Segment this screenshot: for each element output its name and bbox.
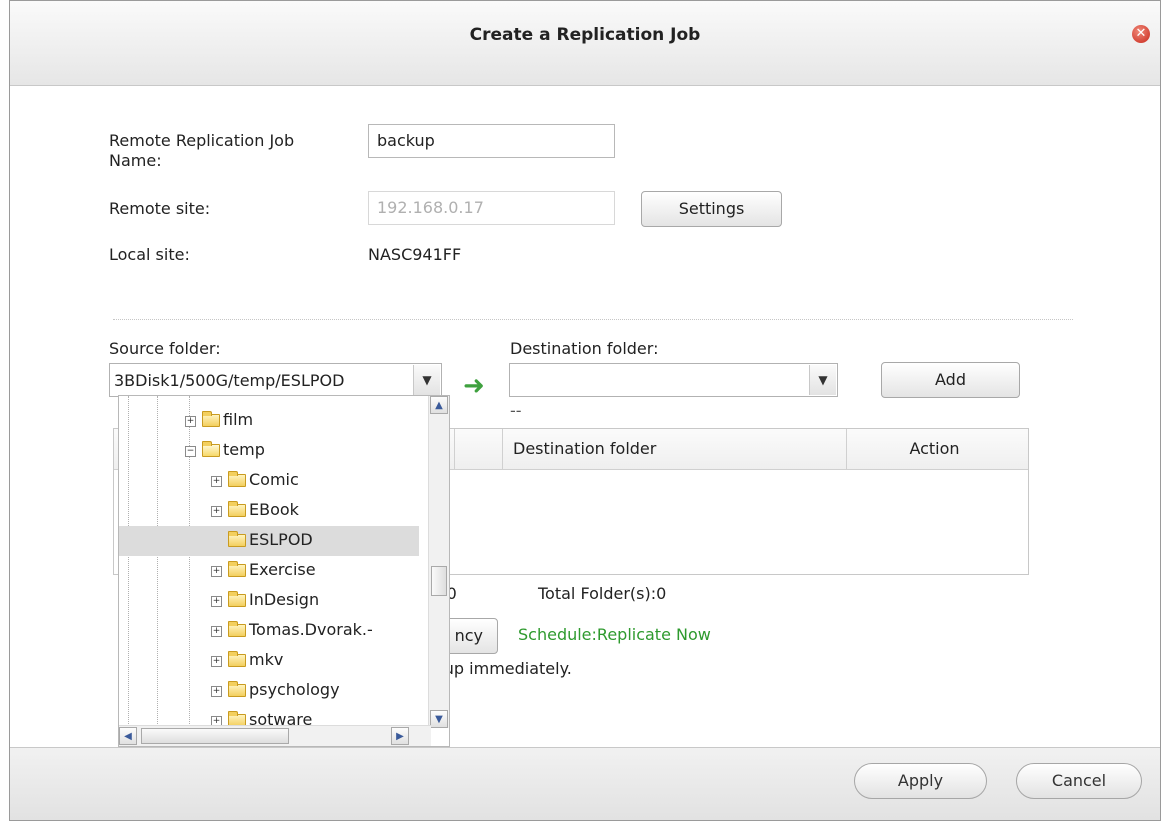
folder-open-icon [202,441,220,457]
expand-icon[interactable]: + [211,596,222,607]
table-header-destination: Destination folder [502,429,846,469]
expand-icon[interactable]: + [211,656,222,667]
destination-folder-label: Destination folder: [510,339,659,358]
job-name-label-line1: Remote Replication Job [109,131,295,150]
tree-node-label: psychology [249,680,340,699]
dialog-titlebar: Create a Replication Job ✕ [10,1,1160,86]
add-button[interactable]: Add [881,362,1020,398]
folder-tree-dropdown[interactable]: + film − temp + Comic + EBook ESLPOD + E… [118,395,450,747]
schedule-status: Schedule:Replicate Now [518,625,711,644]
backup-note-partial: kup immediately. [435,659,572,678]
folder-icon [228,621,246,637]
folder-icon [228,591,246,607]
tree-node-label: EBook [249,500,299,519]
expand-icon[interactable]: + [211,566,222,577]
tree-node-label: InDesign [249,590,320,609]
tree-horizontal-scrollbar[interactable]: ◀ ▶ [119,725,431,746]
collapse-icon[interactable]: − [185,446,196,457]
total-folders: Total Folder(s):0 [538,584,667,603]
folder-icon [228,561,246,577]
tree-node-indesign[interactable]: + InDesign [119,586,409,616]
folder-icon [228,501,246,517]
expand-icon[interactable]: + [211,476,222,487]
job-name-label-line2: Name: [109,151,162,170]
tree-node-label: Comic [249,470,299,489]
tree-node-comic[interactable]: + Comic [119,466,409,496]
source-folder-select[interactable]: 3BDisk1/500G/temp/ESLPOD ▼ [109,363,442,397]
tree-node-eslpod-selected[interactable]: ESLPOD [119,526,419,556]
settings-button[interactable]: Settings [641,191,782,227]
job-name-label: Remote Replication Job Name: [109,131,294,171]
apply-button[interactable]: Apply [854,763,987,799]
source-folder-value: 3BDisk1/500G/temp/ESLPOD [114,371,345,390]
scroll-left-icon[interactable]: ◀ [119,727,137,745]
arrow-right-icon: ➜ [463,371,485,401]
tree-node-label: temp [223,440,265,459]
tree-node-exercise[interactable]: + Exercise [119,556,409,586]
scroll-down-icon[interactable]: ▼ [430,710,448,728]
folder-icon [228,531,246,547]
tree-node-label: Tomas.Dvorak.- [249,620,373,639]
local-site-value: NASC941FF [368,245,462,264]
scroll-up-icon[interactable]: ▲ [430,396,448,414]
tree-node-label: film [223,410,254,429]
tree-node-label: Exercise [249,560,316,579]
tree-node-label: ESLPOD [249,530,313,549]
source-folder-label: Source folder: [109,339,221,358]
table-header-action: Action [846,429,1022,469]
expand-icon[interactable]: + [185,416,196,427]
destination-note: -- [510,401,522,420]
folder-icon [228,651,246,667]
tree-node-ebook[interactable]: + EBook [119,496,409,526]
tree-node-film[interactable]: + film [119,406,409,436]
remote-site-input: 192.168.0.17 [368,191,615,225]
vertical-scroll-thumb[interactable] [431,566,447,596]
destination-folder-select[interactable]: ▼ [509,363,838,397]
section-divider [113,319,1073,320]
tree-node-tomas[interactable]: + Tomas.Dvorak.- [119,616,419,646]
job-name-input[interactable]: backup [368,124,615,158]
folder-icon [228,471,246,487]
close-icon[interactable]: ✕ [1132,25,1150,43]
table-header-blank [454,429,502,469]
tree-node-mkv[interactable]: + mkv [119,646,409,676]
chevron-down-icon[interactable]: ▼ [809,365,836,395]
expand-icon[interactable]: + [211,506,222,517]
expand-icon[interactable]: + [211,626,222,637]
scroll-right-icon[interactable]: ▶ [391,727,409,745]
folder-icon [228,681,246,697]
dialog-title: Create a Replication Job [469,25,701,45]
tree-node-psychology[interactable]: + psychology [119,676,409,706]
tree-vertical-scrollbar[interactable]: ▲ ▼ [428,396,449,728]
remote-site-label: Remote site: [109,199,211,218]
folder-icon [202,411,220,427]
tree-node-temp[interactable]: − temp [119,436,409,466]
horizontal-scroll-thumb[interactable] [141,728,289,744]
chevron-down-icon[interactable]: ▼ [413,365,440,395]
tree-node-label: mkv [249,650,284,669]
expand-icon[interactable]: + [211,686,222,697]
replication-dialog: Create a Replication Job ✕ Remote Replic… [9,0,1161,821]
dialog-footer: Apply Cancel [10,747,1160,820]
cancel-button[interactable]: Cancel [1016,763,1142,799]
local-site-label: Local site: [109,245,190,264]
